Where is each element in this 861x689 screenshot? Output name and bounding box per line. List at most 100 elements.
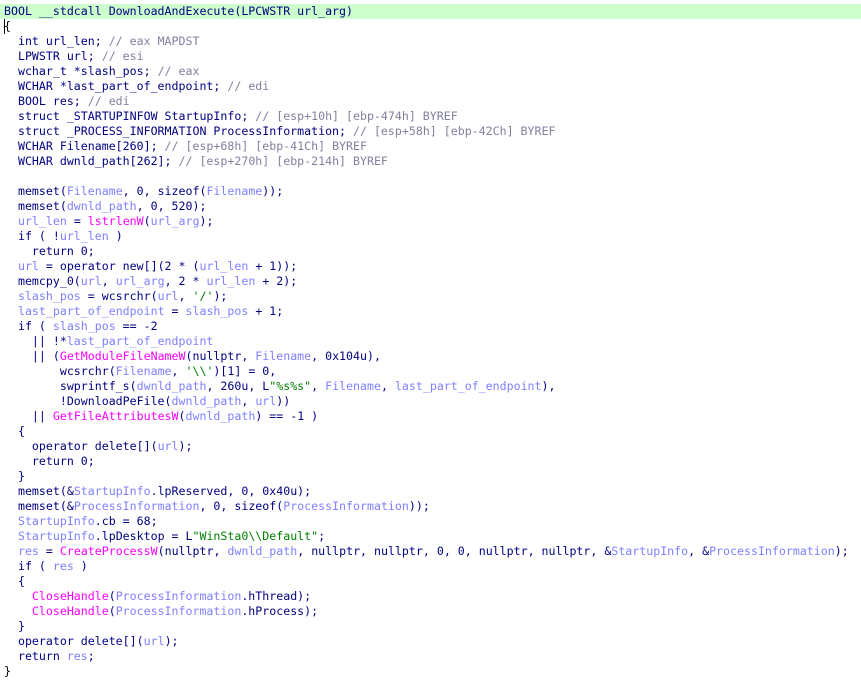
code-token-plain: .cb = 68;: [94, 514, 158, 528]
code-token-cmt: // [esp+68h] [ebp-41Ch] BYREF: [164, 139, 367, 153]
code-line[interactable]: }: [0, 664, 861, 679]
code-token-plain: BOOL __stdcall DownloadAndExecute(LPCWST…: [4, 4, 354, 18]
code-token-plain: , 0, sizeof(: [199, 499, 284, 513]
code-token-brace: }: [4, 664, 11, 678]
code-line[interactable]: CloseHandle(ProcessInformation.hThread);: [0, 589, 861, 604]
code-token-var: url_arg: [150, 214, 200, 228]
code-token-plain: , 2 *: [164, 274, 207, 288]
code-line[interactable]: if ( slash_pos == -2: [0, 319, 861, 334]
code-line[interactable]: StartupInfo.cb = 68;: [0, 514, 861, 529]
code-token-plain: );: [834, 544, 849, 558]
code-token-plain: = wcsrchr(: [80, 289, 158, 303]
code-token-var: slash_pos: [17, 289, 81, 303]
code-line[interactable]: url = operator new[](2 * (url_len + 1));: [0, 259, 861, 274]
code-token-cmt: // esi: [101, 49, 144, 63]
code-line[interactable]: operator delete[](url);: [0, 634, 861, 649]
code-token-var: res: [66, 649, 88, 663]
code-line[interactable]: }: [0, 619, 861, 634]
code-token-plain: memset(: [4, 184, 67, 198]
code-token-str: '\\': [185, 364, 214, 378]
code-token-plain: WCHAR *last_part_of_endpoint;: [4, 79, 228, 93]
code-line[interactable]: || !*last_part_of_endpoint: [0, 334, 861, 349]
code-line[interactable]: BOOL __stdcall DownloadAndExecute(LPCWST…: [0, 4, 861, 19]
code-token-plain: }: [4, 619, 25, 633]
code-token-fn: GetModuleFileNameW: [59, 349, 186, 363]
code-line[interactable]: last_part_of_endpoint = slash_pos + 1;: [0, 304, 861, 319]
code-token-plain: .lpDesktop = L: [94, 529, 193, 543]
code-line[interactable]: CloseHandle(ProcessInformation.hProcess)…: [0, 604, 861, 619]
code-token-plain: , &: [688, 544, 710, 558]
code-token-plain: return 0;: [4, 454, 95, 468]
code-line[interactable]: memcpy_0(url, url_arg, 2 * url_len + 2);: [0, 274, 861, 289]
code-line[interactable]: BOOL res; // edi: [0, 94, 861, 109]
code-token-var: url: [80, 274, 102, 288]
code-token-plain: (nullptr,: [157, 544, 228, 558]
code-line[interactable]: return res;: [0, 649, 861, 664]
code-token-plain: =: [66, 214, 88, 228]
code-line[interactable]: slash_pos = wcsrchr(url, '/');: [0, 289, 861, 304]
code-token-plain: }: [4, 469, 25, 483]
code-token-plain: .lpReserved, 0, 0x40u);: [150, 484, 312, 498]
code-token-var: Filename: [325, 379, 381, 393]
code-line[interactable]: url_len = lstrlenW(url_arg);: [0, 214, 861, 229]
code-token-cmt: // eax: [157, 64, 200, 78]
code-line[interactable]: return 0;: [0, 244, 861, 259]
code-token-var: url: [157, 289, 179, 303]
code-token-plain: );: [213, 289, 228, 303]
code-line[interactable]: }: [0, 469, 861, 484]
code-token-plain: , 260u, L: [206, 379, 270, 393]
code-token-fn: lstrlenW: [87, 214, 144, 228]
code-line[interactable]: {: [0, 574, 861, 589]
code-token-plain: || !*: [4, 334, 67, 348]
code-line[interactable]: {: [0, 19, 861, 34]
code-line[interactable]: wcsrchr(Filename, '\\')[1] = 0,: [0, 364, 861, 379]
code-token-plain: (: [108, 604, 116, 618]
code-line[interactable]: {: [0, 424, 861, 439]
code-token-plain: (: [143, 214, 151, 228]
code-line[interactable]: return 0;: [0, 454, 861, 469]
code-token-plain: if ( !: [4, 229, 60, 243]
code-token-plain: + 1));: [248, 259, 298, 273]
code-line[interactable]: int url_len; // eax MAPDST: [0, 34, 861, 49]
code-line[interactable]: StartupInfo.lpDesktop = L"WinSta0\\Defau…: [0, 529, 861, 544]
code-line[interactable]: WCHAR Filename[260]; // [esp+68h] [ebp-4…: [0, 139, 861, 154]
code-line[interactable]: if ( !url_len ): [0, 229, 861, 244]
code-line[interactable]: !DownloadPeFile(dwnld_path, url)): [0, 394, 861, 409]
code-token-plain: );: [164, 634, 179, 648]
code-line[interactable]: || (GetModuleFileNameW(nullptr, Filename…: [0, 349, 861, 364]
code-line[interactable]: struct _STARTUPINFOW StartupInfo; // [es…: [0, 109, 861, 124]
code-line[interactable]: swprintf_s(dwnld_path, 260u, L"%s%s", Fi…: [0, 379, 861, 394]
code-token-plain: ));: [262, 184, 284, 198]
code-token-plain: struct _PROCESS_INFORMATION ProcessInfor…: [4, 124, 354, 138]
code-line[interactable]: [0, 169, 861, 184]
code-token-var: url: [17, 259, 39, 273]
code-token-fn: CloseHandle: [31, 604, 109, 618]
code-line[interactable]: memset(&ProcessInformation, 0, sizeof(Pr…: [0, 499, 861, 514]
code-line[interactable]: || GetFileAttributesW(dwnld_path) == -1 …: [0, 409, 861, 424]
code-line[interactable]: struct _PROCESS_INFORMATION ProcessInfor…: [0, 124, 861, 139]
pseudocode-editor[interactable]: BOOL __stdcall DownloadAndExecute(LPCWST…: [0, 0, 861, 689]
code-token-var: StartupInfo: [17, 529, 95, 543]
code-line[interactable]: operator delete[](url);: [0, 439, 861, 454]
code-line[interactable]: memset(Filename, 0, sizeof(Filename));: [0, 184, 861, 199]
code-token-plain: .hProcess);: [241, 604, 319, 618]
code-token-plain: (: [178, 409, 186, 423]
code-line[interactable]: wchar_t *slash_pos; // eax: [0, 64, 861, 79]
code-token-plain: return 0;: [4, 244, 95, 258]
code-token-var: dwnld_path: [185, 409, 256, 423]
code-line[interactable]: res = CreateProcessW(nullptr, dwnld_path…: [0, 544, 861, 559]
code-token-var: StartupInfo: [611, 544, 689, 558]
code-line[interactable]: memset(&StartupInfo.lpReserved, 0, 0x40u…: [0, 484, 861, 499]
code-token-plain: memcpy_0(: [4, 274, 81, 288]
code-line[interactable]: if ( res ): [0, 559, 861, 574]
code-token-var: url: [157, 439, 179, 453]
code-line[interactable]: WCHAR dwnld_path[262]; // [esp+270h] [eb…: [0, 154, 861, 169]
code-token-plain: + 2);: [255, 274, 298, 288]
code-token-plain: .hThread);: [241, 589, 312, 603]
code-token-plain: {: [4, 424, 25, 438]
code-token-plain: || (: [4, 349, 60, 363]
code-line[interactable]: LPWSTR url; // esi: [0, 49, 861, 64]
code-token-plain: {: [4, 574, 25, 588]
code-line[interactable]: WCHAR *last_part_of_endpoint; // edi: [0, 79, 861, 94]
code-line[interactable]: memset(dwnld_path, 0, 520);: [0, 199, 861, 214]
